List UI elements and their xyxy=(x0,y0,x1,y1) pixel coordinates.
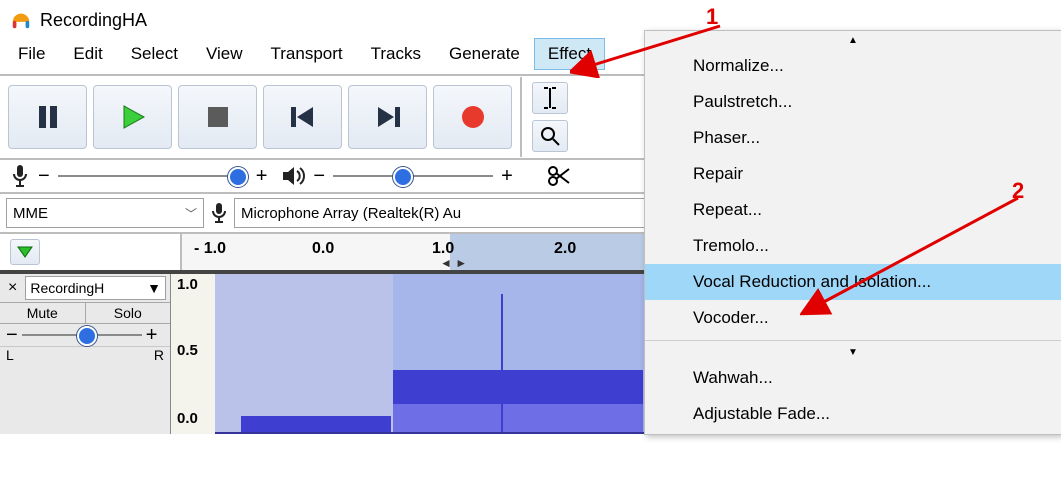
rec-vol-slider[interactable] xyxy=(58,172,248,180)
speaker-icon xyxy=(281,165,305,187)
rec-vol-minus: − xyxy=(38,171,50,181)
stop-button[interactable] xyxy=(178,85,257,149)
effect-phaser[interactable]: Phaser... xyxy=(645,120,1061,156)
gain-minus: − xyxy=(6,330,18,340)
ruler-tick: 0.0 xyxy=(312,240,334,258)
pause-button[interactable] xyxy=(8,85,87,149)
play-vol-slider[interactable] xyxy=(333,172,493,180)
zoom-tool[interactable] xyxy=(532,120,568,152)
effect-repeat[interactable]: Repeat... xyxy=(645,192,1061,228)
rec-vol-plus: + xyxy=(256,171,268,181)
effect-dropdown: ▲ Normalize... Paulstretch... Phaser... … xyxy=(644,30,1061,435)
effect-vocal-reduction[interactable]: Vocal Reduction and Isolation... xyxy=(645,264,1061,300)
effect-repair[interactable]: Repair xyxy=(645,156,1061,192)
menu-select[interactable]: Select xyxy=(117,38,192,70)
track-close-button[interactable]: × xyxy=(4,279,21,297)
dropdown-scroll-down[interactable]: ▼ xyxy=(645,345,1061,360)
effect-wahwah[interactable]: Wahwah... xyxy=(645,360,1061,396)
track-header: × RecordingH ▼ Mute Solo − + L R xyxy=(0,274,171,434)
gain-plus: + xyxy=(146,330,158,340)
menu-effect[interactable]: Effect xyxy=(534,38,605,70)
y-scale: 1.0 0.5 0.0 xyxy=(171,274,216,434)
menu-transport[interactable]: Transport xyxy=(257,38,357,70)
input-device-label: Microphone Array (Realtek(R) Au xyxy=(241,205,461,222)
skip-end-button[interactable] xyxy=(348,85,427,149)
mic-icon xyxy=(210,202,228,224)
gain-slider[interactable] xyxy=(22,331,142,339)
mute-button[interactable]: Mute xyxy=(0,303,86,323)
effect-tremolo[interactable]: Tremolo... xyxy=(645,228,1061,264)
menu-file[interactable]: File xyxy=(4,38,59,70)
scissors-icon[interactable] xyxy=(547,165,571,187)
selection-tool[interactable] xyxy=(532,82,568,114)
track-name-label: RecordingH xyxy=(30,280,104,296)
chevron-down-icon: ﹀ xyxy=(185,205,197,222)
menu-view[interactable]: View xyxy=(192,38,257,70)
chevron-down-icon: ▼ xyxy=(147,280,161,296)
playhead-button[interactable] xyxy=(10,239,40,265)
ruler-tick: 2.0 xyxy=(554,240,576,258)
pan-l: L xyxy=(6,347,14,363)
menu-generate[interactable]: Generate xyxy=(435,38,534,70)
menu-edit[interactable]: Edit xyxy=(59,38,116,70)
audio-host-label: MME xyxy=(13,205,48,222)
pan-r: R xyxy=(154,347,164,363)
play-vol-minus: − xyxy=(313,171,325,181)
play-button[interactable] xyxy=(93,85,172,149)
effect-adjustable-fade[interactable]: Adjustable Fade... xyxy=(645,396,1061,432)
menu-separator xyxy=(645,340,1061,341)
effect-vocoder[interactable]: Vocoder... xyxy=(645,300,1061,336)
track-name-menu[interactable]: RecordingH ▼ xyxy=(25,276,166,300)
app-icon xyxy=(10,9,32,31)
effect-normalize[interactable]: Normalize... xyxy=(645,48,1061,84)
tool-column xyxy=(528,76,572,158)
menu-tracks[interactable]: Tracks xyxy=(357,38,435,70)
audio-host-combo[interactable]: MME ﹀ xyxy=(6,198,204,228)
play-vol-plus: + xyxy=(501,171,513,181)
transport-toolbar xyxy=(0,77,522,157)
dropdown-scroll-up[interactable]: ▲ xyxy=(645,33,1061,48)
loop-arrows-icon: ◄ ► xyxy=(440,256,467,270)
skip-start-button[interactable] xyxy=(263,85,342,149)
record-button[interactable] xyxy=(433,85,512,149)
solo-button[interactable]: Solo xyxy=(86,303,171,323)
mic-icon xyxy=(10,164,30,188)
ruler-tick: - 1.0 xyxy=(194,240,226,258)
window-title: RecordingHA xyxy=(40,10,147,31)
effect-paulstretch[interactable]: Paulstretch... xyxy=(645,84,1061,120)
